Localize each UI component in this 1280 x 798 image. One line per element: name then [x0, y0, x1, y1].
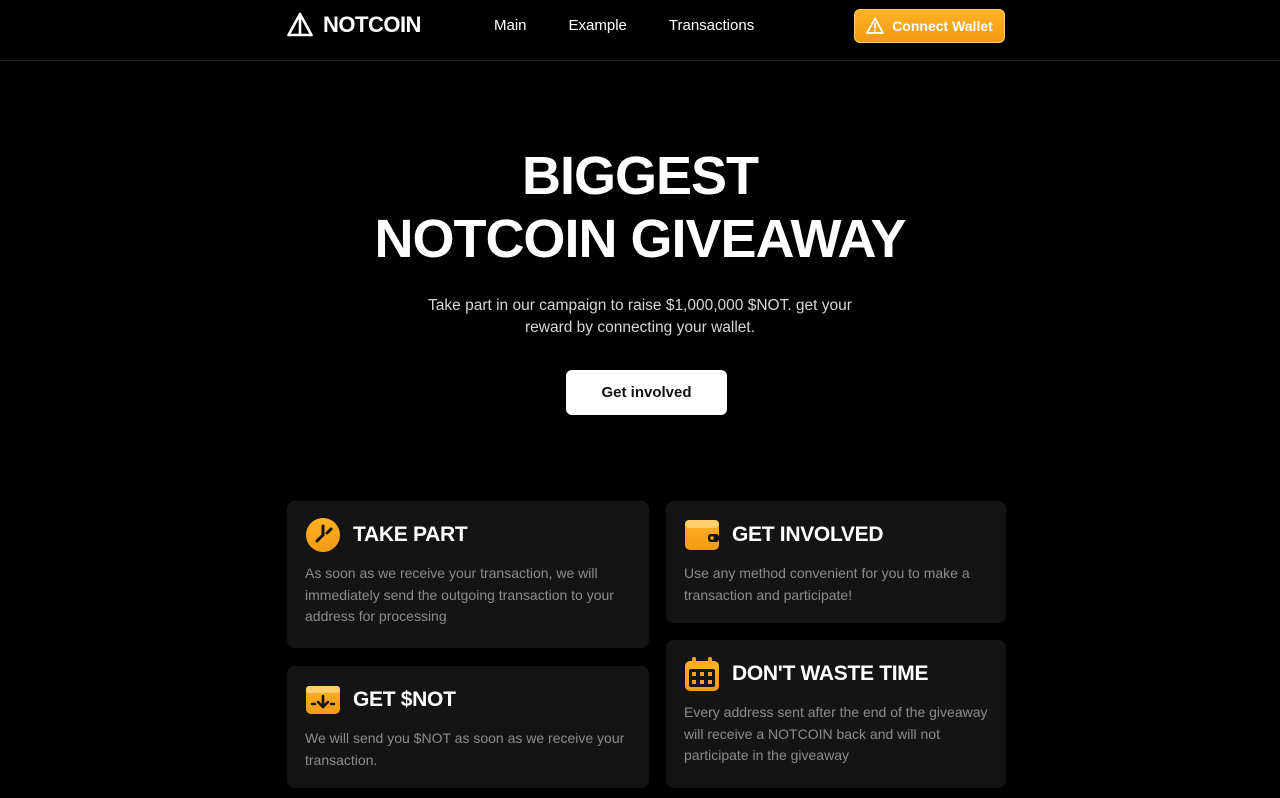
hero-title-line-2: NOTCOIN GIVEAWAY [374, 209, 906, 269]
nav-link-transactions[interactable]: Transactions [669, 17, 754, 34]
warning-triangle-icon [866, 17, 885, 34]
hero-title-line-1: BIGGEST [521, 146, 759, 206]
connect-wallet-button[interactable]: Connect Wallet [854, 9, 1005, 43]
nav-link-main[interactable]: Main [494, 17, 527, 34]
nav-link-example[interactable]: Example [569, 17, 627, 34]
brand-logo[interactable]: NOTCOIN [287, 12, 421, 38]
hero-section: BIGGEST NOTCOIN GIVEAWAY Take part in ou… [0, 145, 1280, 339]
brand-name: NOTCOIN [323, 12, 421, 37]
card-get-not: GET $NOT We will send you $NOT as soon a… [287, 666, 649, 788]
card-title: GET $NOT [353, 688, 456, 711]
wallet-icon [685, 520, 719, 550]
card-title: DON'T WASTE TIME [732, 662, 929, 685]
site-header: NOTCOIN Main Example Transactions Connec… [0, 0, 1280, 61]
hero-title: BIGGEST NOTCOIN GIVEAWAY [0, 145, 1280, 271]
card-text: Every address sent after the end of the … [684, 704, 988, 764]
main-nav: Main Example Transactions [494, 17, 754, 34]
hero-subtitle: Take part in our campaign to raise $1,00… [428, 297, 852, 336]
card-text: As soon as we receive your transaction, … [305, 565, 614, 625]
calendar-icon [685, 657, 719, 691]
card-dont-waste-time: DON'T WASTE TIME Every address sent afte… [666, 640, 1006, 788]
connect-wallet-label: Connect Wallet [892, 18, 993, 34]
get-involved-button[interactable]: Get involved [566, 370, 727, 415]
receive-icon [306, 686, 340, 714]
card-title: TAKE PART [353, 523, 468, 546]
card-text: Use any method convenient for you to mak… [684, 565, 970, 603]
card-title: GET INVOLVED [732, 523, 884, 546]
card-take-part: TAKE PART As soon as we receive your tra… [287, 501, 649, 648]
clock-icon [306, 518, 340, 552]
triangle-logo-icon [287, 12, 313, 37]
card-text: We will send you $NOT as soon as we rece… [305, 730, 625, 768]
card-get-involved: GET INVOLVED Use any method convenient f… [666, 501, 1006, 623]
